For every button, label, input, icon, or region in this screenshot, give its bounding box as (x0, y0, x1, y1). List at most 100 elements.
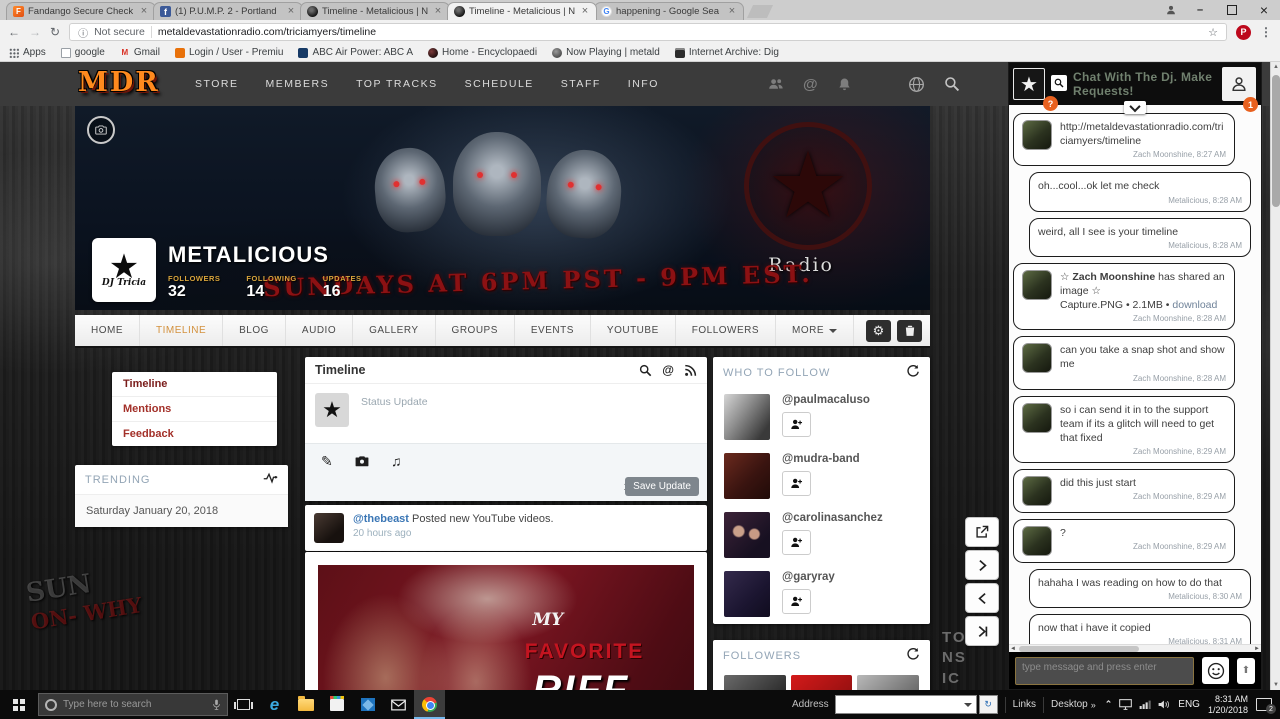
globe-icon[interactable] (908, 76, 925, 93)
language-indicator[interactable]: ENG (1178, 699, 1200, 710)
profile-avatar[interactable]: DJ Tricia (92, 238, 156, 302)
search-icon[interactable] (944, 76, 960, 92)
maximize-button[interactable] (1216, 0, 1248, 20)
site-nav-item[interactable]: STAFF (561, 78, 601, 90)
close-button[interactable] (1248, 0, 1280, 20)
username-link[interactable]: @carolinasanchez (782, 512, 883, 524)
browser-tab[interactable]: Timeline - Metalicious | N (300, 2, 450, 20)
tab-close-icon[interactable] (580, 6, 590, 17)
bookmark-item[interactable]: Apps (9, 47, 46, 58)
profile-tab[interactable]: BLOG (223, 315, 286, 346)
timeline-nav-item[interactable]: Feedback (112, 422, 277, 446)
site-nav-item[interactable]: STORE (195, 78, 238, 90)
browser-tab[interactable]: happening - Google Sea (594, 2, 744, 20)
new-tab-button[interactable] (747, 5, 773, 18)
profile-tab[interactable]: GROUPS (436, 315, 515, 346)
action-center-icon[interactable]: 2 (1256, 698, 1272, 711)
mdr-logo[interactable]: MDR (78, 67, 160, 98)
music-icon[interactable] (391, 453, 402, 471)
chat-logo[interactable] (1013, 68, 1045, 100)
taskbar-mail[interactable] (383, 690, 414, 719)
chat-collapse-button[interactable] (1124, 101, 1146, 114)
taskbar-photos[interactable] (352, 690, 383, 719)
follow-button[interactable] (782, 412, 811, 437)
follow-button[interactable] (782, 530, 811, 555)
rss-icon[interactable] (684, 364, 697, 377)
address-go-button[interactable] (979, 695, 998, 714)
tab-close-icon[interactable] (433, 6, 443, 17)
upload-button[interactable] (1237, 658, 1255, 684)
bookmark-star-icon[interactable] (1208, 26, 1218, 39)
follow-button[interactable] (782, 589, 811, 614)
taskbar-search[interactable] (38, 693, 228, 716)
profile-tab[interactable]: HOME (75, 315, 140, 346)
follower-thumb[interactable] (724, 675, 786, 690)
users-icon[interactable] (768, 76, 784, 92)
url-bar[interactable]: Not secure metaldevastationradio.com/tri… (69, 23, 1227, 41)
scroll-up-icon[interactable] (1271, 62, 1280, 72)
bookmark-item[interactable]: Now Playing | metald (552, 47, 660, 58)
user-avatar[interactable] (724, 394, 770, 440)
browser-tab[interactable]: Timeline - Metalicious | N (447, 2, 597, 20)
post-user-link[interactable]: @thebeast (353, 513, 409, 525)
scrollbar-thumb[interactable] (1272, 75, 1280, 207)
browser-tab[interactable]: Fandango Secure Check (6, 2, 156, 20)
site-nav-item[interactable]: MEMBERS (265, 78, 329, 90)
mentions-icon[interactable]: @ (662, 363, 674, 377)
chat-horizontal-scrollbar[interactable] (1009, 644, 1261, 652)
username-link[interactable]: @mudra-band (782, 453, 860, 465)
page-scrollbar[interactable] (1270, 62, 1280, 690)
profile-tab[interactable]: FOLLOWERS (676, 315, 776, 346)
taskbar-explorer[interactable] (290, 690, 321, 719)
camera-icon[interactable] (355, 454, 369, 472)
skip-end-button[interactable] (965, 616, 999, 646)
address-input[interactable] (835, 695, 977, 714)
refresh-icon[interactable] (906, 647, 920, 664)
task-view-button[interactable] (228, 690, 259, 719)
bookmark-item[interactable]: ABC Air Power: ABC A (298, 47, 413, 58)
bookmark-item[interactable]: Login / User - Premiu (175, 47, 283, 58)
user-avatar[interactable] (724, 512, 770, 558)
delete-button[interactable] (897, 320, 922, 342)
profile-tab[interactable]: YOUTUBE (591, 315, 676, 346)
info-icon[interactable] (78, 25, 88, 40)
stat-following[interactable]: FOLLOWING14 (246, 274, 296, 301)
bookmark-item[interactable]: Gmail (120, 47, 160, 58)
settings-button[interactable] (866, 320, 891, 342)
scroll-down-icon[interactable] (1271, 680, 1280, 690)
profile-tab[interactable]: GALLERY (353, 315, 435, 346)
start-button[interactable] (0, 690, 38, 719)
taskbar-chrome[interactable] (414, 690, 445, 719)
bookmark-item[interactable]: Home - Encyclopaedi (428, 47, 537, 58)
status-update-input[interactable]: Status Update (361, 393, 428, 408)
follower-thumb[interactable] (857, 675, 919, 690)
username-link[interactable]: @garyray (782, 571, 835, 583)
profile-tab[interactable]: AUDIO (286, 315, 353, 346)
timeline-nav-item[interactable]: Timeline (112, 372, 277, 397)
tab-close-icon[interactable] (286, 6, 296, 17)
search-icon[interactable] (639, 364, 652, 377)
tab-more[interactable]: MORE (776, 315, 854, 346)
timeline-nav-item[interactable]: Mentions (112, 397, 277, 422)
save-update-button[interactable]: Save Update (625, 477, 699, 496)
stat-followers[interactable]: FOLLOWERS32 (168, 274, 220, 301)
volume-icon[interactable] (1158, 699, 1171, 710)
popout-button[interactable] (965, 517, 999, 547)
trending-date[interactable]: Saturday January 20, 2018 (75, 494, 288, 527)
bookmark-item[interactable]: Internet Archive: Dig (675, 47, 779, 58)
taskbar-edge[interactable] (259, 690, 290, 719)
bell-icon[interactable] (837, 77, 852, 92)
user-avatar[interactable] (724, 453, 770, 499)
back-button[interactable]: ← (8, 26, 20, 38)
browser-profile-icon[interactable] (1158, 4, 1184, 16)
next-button[interactable] (965, 550, 999, 580)
prev-button[interactable] (965, 583, 999, 613)
chat-search-button[interactable] (1051, 75, 1067, 91)
desktop-toolbar[interactable]: Desktop (1051, 699, 1088, 710)
site-nav-item[interactable]: INFO (628, 78, 659, 90)
follow-button[interactable] (782, 471, 811, 496)
mentions-icon[interactable]: @ (803, 76, 818, 93)
profile-tab[interactable]: TIMELINE (140, 315, 223, 346)
browser-menu-icon[interactable] (1260, 23, 1272, 41)
links-toolbar[interactable]: Links (1013, 699, 1036, 710)
